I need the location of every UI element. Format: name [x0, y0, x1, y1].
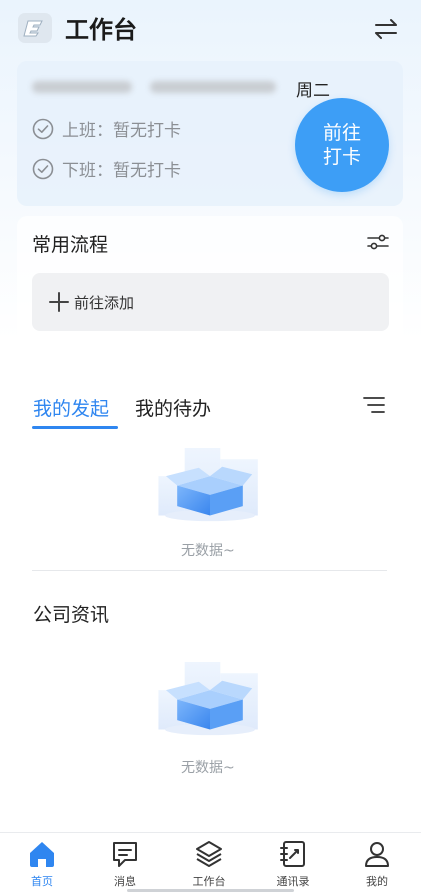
- user-info-blurred: [32, 77, 277, 97]
- page-title: 工作台: [65, 16, 137, 44]
- section-divider: [32, 570, 387, 571]
- weekday-label: 周二: [296, 81, 330, 101]
- layers-icon: [196, 841, 222, 867]
- news-empty-text: 无数据~: [181, 760, 235, 776]
- clock-in-status: 上班：暂无打卡: [62, 121, 181, 141]
- bottom-nav: 首页 消息 工作台 通讯录 我的: [0, 832, 421, 896]
- plus-icon: [49, 292, 69, 312]
- check-circle-icon: [32, 118, 54, 139]
- tab-my-initiated[interactable]: 我的发起: [33, 394, 109, 421]
- switch-arrows-icon[interactable]: [372, 15, 400, 43]
- empty-box-illustration: [155, 662, 265, 741]
- nav-workbench[interactable]: 工作台: [174, 839, 244, 889]
- add-process-button[interactable]: 前往添加: [32, 273, 389, 331]
- nav-messages[interactable]: 消息: [90, 839, 160, 889]
- punch-in-label: 前往 打卡: [322, 122, 361, 168]
- clock-in-row: 上班：暂无打卡: [32, 116, 181, 141]
- brand-logo-icon: [18, 13, 52, 43]
- news-title: 公司资讯: [33, 604, 110, 626]
- processes-title: 常用流程: [32, 234, 109, 256]
- empty-box-illustration: [155, 448, 265, 527]
- home-indicator: [127, 889, 294, 892]
- nav-profile[interactable]: 我的: [342, 839, 412, 889]
- punch-in-button[interactable]: 前往 打卡: [295, 98, 389, 192]
- home-icon: [30, 842, 54, 867]
- settings-sliders-icon[interactable]: [366, 232, 390, 252]
- filter-list-icon[interactable]: [362, 396, 386, 414]
- clock-out-status: 下班：暂无打卡: [62, 161, 181, 181]
- nav-contacts[interactable]: 通讯录: [258, 839, 328, 889]
- nav-home[interactable]: 首页: [7, 839, 77, 889]
- clock-out-row: 下班：暂无打卡: [32, 156, 181, 181]
- message-icon: [113, 842, 137, 867]
- add-process-label: 前往添加: [74, 293, 135, 312]
- empty-data-text: 无数据~: [181, 543, 235, 559]
- tab-my-todo[interactable]: 我的待办: [135, 394, 211, 421]
- contacts-icon: [280, 841, 305, 867]
- active-tab-indicator: [32, 426, 118, 429]
- check-circle-icon: [32, 158, 54, 179]
- user-icon: [365, 842, 389, 867]
